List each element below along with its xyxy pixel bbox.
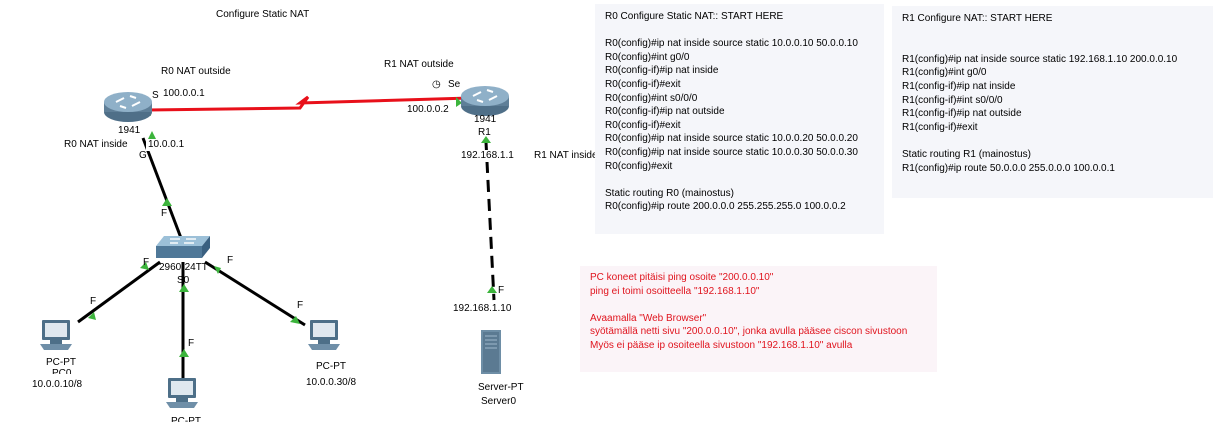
port-label-f: F <box>297 300 304 311</box>
note-line: R0(config)#exit <box>605 160 673 172</box>
note-line: Avaamalla "Web Browser" <box>590 312 707 324</box>
port-label-f: F <box>188 338 195 349</box>
r0-serial-ip: 100.0.0.1 <box>161 88 207 100</box>
note-line <box>902 39 1213 53</box>
pc-icon <box>40 320 72 350</box>
port-label-f: F <box>161 208 168 219</box>
port-label-f: F <box>90 296 97 307</box>
r1-serial-ip: 100.0.0.2 <box>405 104 451 116</box>
note-r1-config[interactable]: R1 Configure NAT:: START HERE R1(config)… <box>892 6 1213 198</box>
note-line: R1(config)#ip nat inside source static 1… <box>902 53 1178 65</box>
link-r1-server <box>484 141 496 301</box>
port-label-g: G <box>139 150 147 161</box>
r1-nat-outside-label: R1 NAT outside <box>384 59 454 70</box>
note-line: R0(config-if)#exit <box>605 119 681 131</box>
r1-port-se: Se <box>448 79 461 90</box>
note-line: PC koneet pitäisi ping osoite "200.0.0.1… <box>590 272 774 283</box>
note-line: Static routing R1 (mainostus) <box>902 148 1031 160</box>
note-line: R0 Configure Static NAT:: START HERE <box>605 11 784 22</box>
server-server0[interactable] <box>479 330 503 374</box>
pc-icon <box>166 378 198 408</box>
server-name: Server0 <box>481 396 517 407</box>
pc2-ip: 10.0.0.30/8 <box>306 377 357 388</box>
router-icon <box>104 92 152 122</box>
pc-pc0[interactable] <box>38 318 74 352</box>
r1-lan-ip: 192.168.1.1 <box>459 150 516 162</box>
note-line: R0(config)#int s0/0/0 <box>605 92 698 104</box>
note-line <box>605 24 884 38</box>
pc-icon <box>308 320 340 350</box>
router-r1[interactable] <box>459 82 511 118</box>
note-line: R0(config-if)#ip nat outside <box>605 106 725 118</box>
r0-port-s: S <box>152 90 159 101</box>
router-r1-name: R1 <box>478 127 491 138</box>
pc0-ip: 10.0.0.10/8 <box>32 379 83 390</box>
note-line <box>902 26 1213 40</box>
r0-nat-inside-label: R0 NAT inside <box>64 139 128 150</box>
pc1-type: PC-PT <box>171 416 201 422</box>
router-icon <box>461 86 509 116</box>
switch-icon <box>156 236 210 258</box>
logical-workspace[interactable]: Configure Static NAT 1941 1941 R1 ◷ Se S… <box>0 0 1217 422</box>
port-label-f: F <box>227 255 234 266</box>
port-label-f: F <box>143 257 150 268</box>
note-line: R1 Configure NAT:: START HERE <box>902 13 1053 24</box>
router-r0[interactable] <box>102 88 154 124</box>
switch-name: S0 <box>177 275 190 286</box>
clock-icon: ◷ <box>432 79 441 90</box>
note-line: R0(config)#int g0/0 <box>605 51 690 63</box>
note-line: R0(config)#ip nat inside source static 1… <box>605 133 858 145</box>
note-line <box>902 134 1213 148</box>
note-line: R1(config-if)#exit <box>902 121 978 133</box>
link-s0-pc0 <box>77 260 161 324</box>
note-line: R0(config)#ip nat inside source static 1… <box>605 38 858 50</box>
note-line <box>605 173 884 187</box>
note-line: R0(config)#ip route 200.0.0.0 255.255.25… <box>605 201 846 213</box>
pc0-name: PC0 <box>52 368 72 374</box>
note-line: R1(config-if)#ip nat inside <box>902 80 1016 92</box>
router-r1-model: 1941 <box>474 114 497 125</box>
note-line: syötämällä netti sivu "200.0.0.10", jonk… <box>590 326 908 338</box>
link-s0-pc2 <box>204 260 306 327</box>
note-line: R0(config-if)#exit <box>605 78 681 90</box>
server-ip: 192.168.1.10 <box>451 303 514 315</box>
server-type: Server-PT <box>478 382 524 393</box>
r0-nat-outside-label: R0 NAT outside <box>161 66 231 77</box>
note-line: ping ei toimi osoitteella "192.168.1.10" <box>590 285 760 297</box>
note-r0-config[interactable]: R0 Configure Static NAT:: START HERE R0(… <box>595 4 884 234</box>
r1-nat-inside-label: R1 NAT inside <box>534 150 598 161</box>
note-line: R0(config)#ip nat inside source static 1… <box>605 146 858 158</box>
pc-pc1[interactable] <box>164 376 200 410</box>
server-icon <box>481 330 501 374</box>
router-r0-model: 1941 <box>118 125 141 136</box>
note-line: R1(config-if)#ip nat outside <box>902 108 1022 120</box>
link-r0-s0 <box>141 137 183 239</box>
note-pc-instructions[interactable]: PC koneet pitäisi ping osoite "200.0.0.1… <box>580 266 937 372</box>
r0-lan-ip: 10.0.0.1 <box>146 139 187 151</box>
note-line: Static routing R0 (mainostus) <box>605 187 734 199</box>
pc2-type: PC-PT <box>316 361 346 372</box>
switch-model: 2960-24TT <box>159 262 208 273</box>
note-line: Myös ei pääse ip osoiteella sivustoon "1… <box>590 339 853 351</box>
note-line: R1(config-if)#int s0/0/0 <box>902 94 1003 106</box>
note-line: R1(config)#ip route 50.0.0.0 255.0.0.0 1… <box>902 162 1115 174</box>
note-line: R0(config-if)#ip nat inside <box>605 65 719 77</box>
switch-s0[interactable] <box>156 234 210 260</box>
note-line <box>590 299 937 313</box>
port-label-f: F <box>498 285 505 296</box>
note-line: R1(config)#int g0/0 <box>902 67 987 79</box>
pc-pc2[interactable] <box>306 318 342 352</box>
